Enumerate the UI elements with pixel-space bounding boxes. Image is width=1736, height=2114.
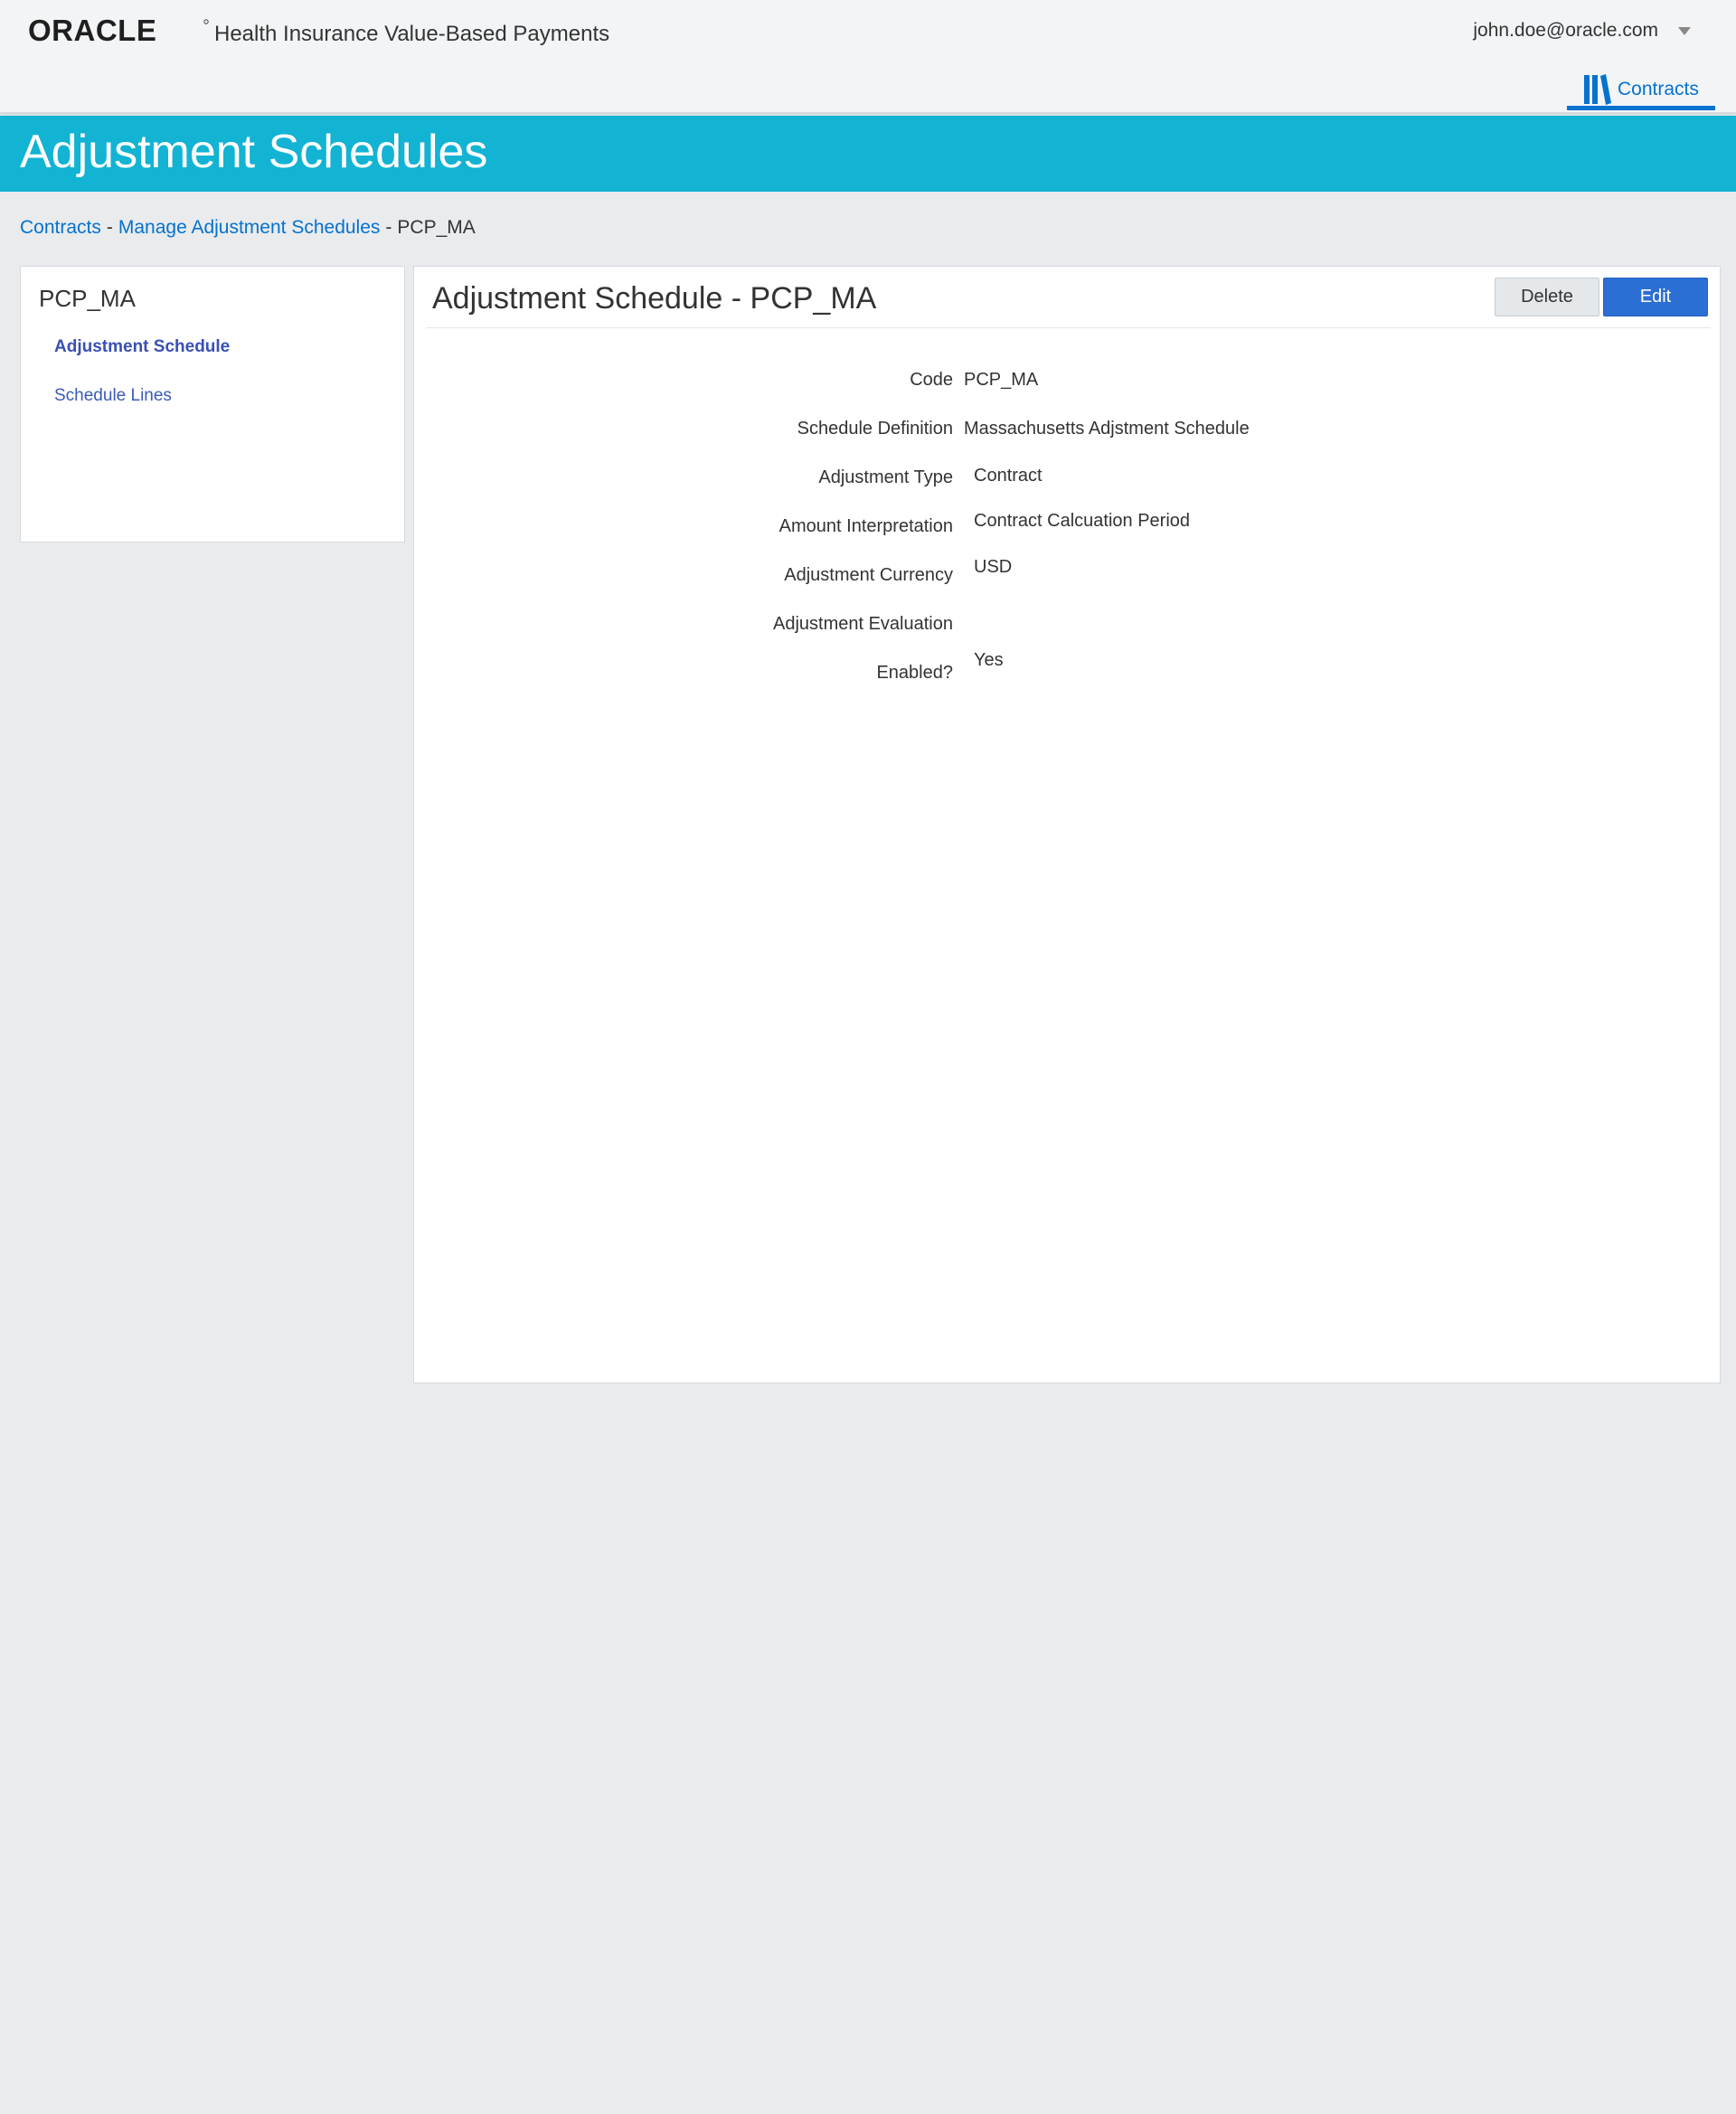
breadcrumb-separator: -	[106, 217, 113, 238]
field-value-code: PCP_MA	[964, 370, 1039, 390]
nav-tab-label: Contracts	[1618, 78, 1699, 99]
app-header: ORACLE Health Insurance Value-Based Paym…	[0, 0, 1736, 113]
field-value-amount-interpretation: Contract Calcuation Period	[974, 511, 1191, 531]
field-label-schedule-definition: Schedule Definition	[797, 419, 953, 439]
field-label-enabled: Enabled?	[876, 663, 953, 683]
page-title: Adjustment Schedules	[20, 126, 488, 178]
user-email: john.doe@oracle.com	[1473, 20, 1658, 41]
header-divider	[427, 327, 1711, 328]
field-label-adjustment-type: Adjustment Type	[818, 467, 953, 487]
field-value-enabled: Yes	[974, 650, 1004, 670]
field-label-adjustment-evaluation: Adjustment Evaluation	[772, 614, 953, 634]
left-panel-title: PCP_MA	[39, 285, 136, 312]
breadcrumb-manage-adjustment-schedules[interactable]: Manage Adjustment Schedules	[118, 217, 381, 238]
left-nav-panel: PCP_MA Adjustment Schedule Schedule Line…	[20, 266, 405, 543]
field-value-adjustment-type: Contract	[974, 466, 1043, 486]
svg-text:ORACLE: ORACLE	[28, 16, 156, 45]
breadcrumb-separator: -	[385, 217, 392, 238]
field-label-adjustment-currency: Adjustment Currency	[784, 565, 953, 585]
edit-button[interactable]: Edit	[1603, 278, 1708, 316]
product-name: Health Insurance Value-Based Payments	[214, 22, 610, 46]
brand: ORACLE Health Insurance Value-Based Paym…	[28, 16, 610, 46]
left-nav-adjustment-schedule[interactable]: Adjustment Schedule	[54, 337, 230, 357]
left-nav-schedule-lines[interactable]: Schedule Lines	[54, 386, 172, 406]
field-label-amount-interpretation: Amount Interpretation	[778, 516, 953, 536]
page-title-band: Adjustment Schedules	[0, 116, 1736, 192]
field-value-adjustment-currency: USD	[974, 557, 1013, 577]
field-value-schedule-definition: Massachusetts Adjstment Schedule	[964, 419, 1250, 439]
oracle-logo: ORACLE	[28, 16, 209, 45]
field-label-code: Code	[910, 370, 953, 390]
books-icon	[1584, 73, 1611, 105]
nav-tab-contracts[interactable]: Contracts	[1567, 72, 1715, 110]
detail-panel: Adjustment Schedule - PCP_MA Delete Edit…	[413, 266, 1721, 1383]
breadcrumb-current: PCP_MA	[397, 217, 476, 238]
delete-button[interactable]: Delete	[1495, 278, 1599, 316]
chevron-down-icon	[1678, 26, 1691, 35]
breadcrumb: Contracts - Manage Adjustment Schedules - PC…	[20, 217, 476, 239]
breadcrumb-contracts[interactable]: Contracts	[20, 217, 101, 238]
detail-title: Adjustment Schedule - PCP_MA	[432, 281, 877, 316]
user-menu[interactable]: john.doe@oracle.com	[1473, 20, 1691, 42]
